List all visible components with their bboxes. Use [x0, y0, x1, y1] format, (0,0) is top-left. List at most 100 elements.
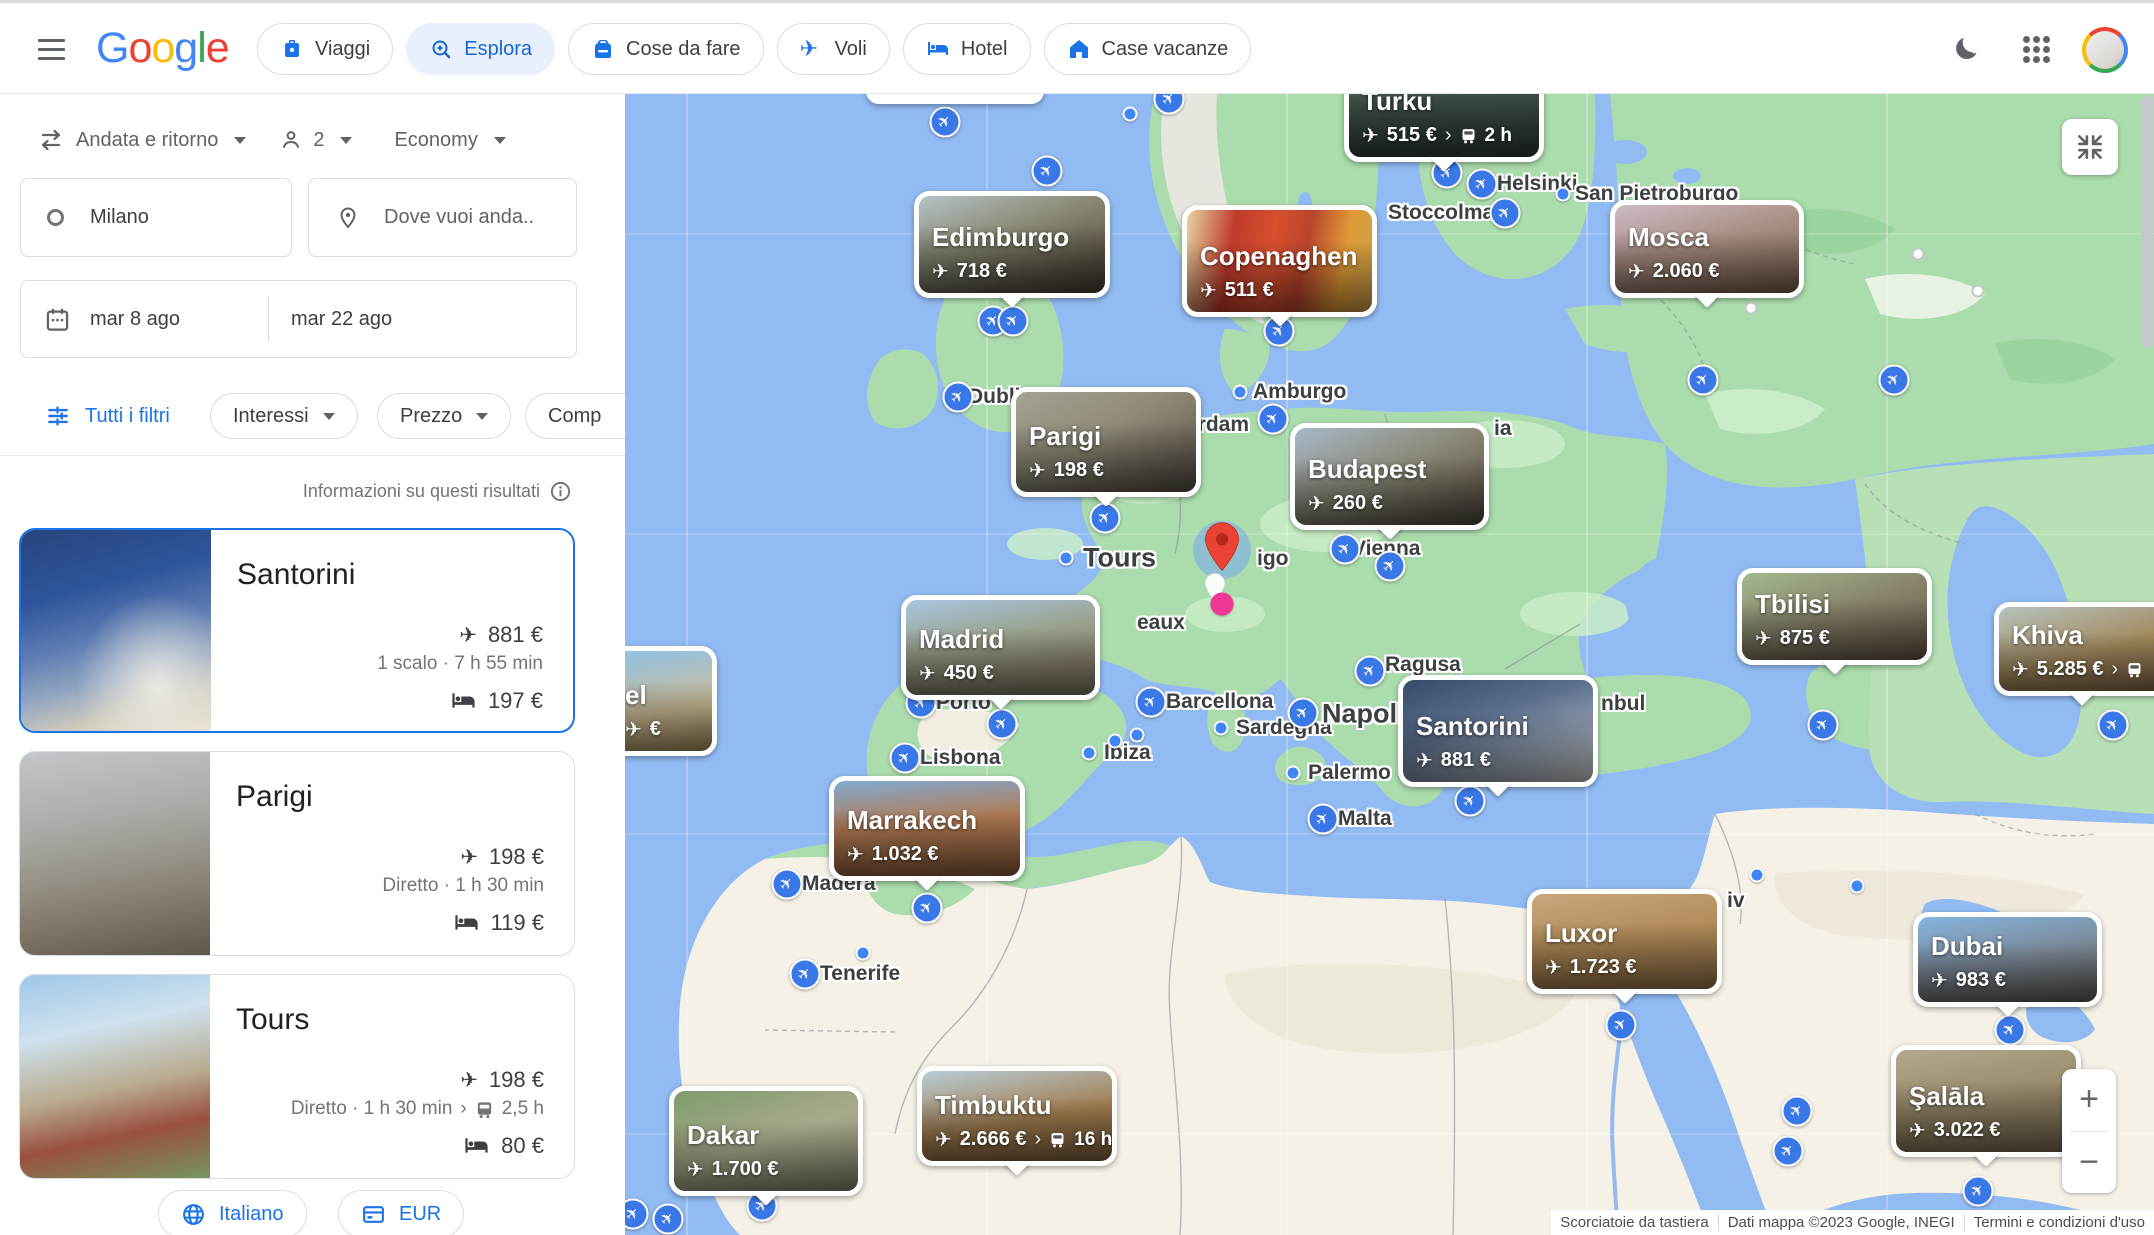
map-card-partial[interactable] — [866, 94, 1044, 104]
map-destination-card-madrid[interactable]: Madrid✈450 € — [901, 595, 1100, 700]
nav-tab-case-vacanze[interactable]: Case vacanze — [1044, 23, 1252, 75]
airport-plane-marker[interactable]: ✈ — [998, 306, 1029, 337]
chevron-down-icon — [323, 413, 335, 420]
airport-plane-marker[interactable]: ✈ — [1879, 365, 1910, 396]
airport-plane-marker[interactable]: ✈ — [2098, 710, 2129, 741]
filter-chip-prezzo[interactable]: Prezzo — [377, 393, 511, 439]
airport-plane-marker[interactable]: ✈ — [1032, 156, 1063, 187]
main-menu-button[interactable] — [27, 25, 75, 73]
hotel-price: 197 € — [488, 688, 543, 714]
airport-plane-marker[interactable]: ✈ — [1258, 404, 1289, 435]
airport-plane-marker[interactable]: ✈ — [1090, 503, 1121, 534]
airport-plane-marker[interactable]: ✈ — [987, 709, 1018, 740]
destination-input[interactable] — [384, 206, 534, 229]
map-destination-card-timbuktu[interactable]: Timbuktu✈2.666 €›16 h — [917, 1066, 1117, 1166]
map-destination-card-tbilisi[interactable]: Tbilisi✈875 € — [1737, 568, 1932, 665]
airport-plane-marker[interactable]: ✈ — [1288, 698, 1319, 729]
map-card-photo: Copenaghen✈511 € — [1187, 210, 1372, 312]
account-avatar[interactable] — [2082, 27, 2128, 73]
flight-icon: ✈ — [919, 661, 936, 686]
zoom-in-button[interactable]: + — [2062, 1069, 2116, 1131]
zoom-out-button[interactable]: − — [2062, 1132, 2116, 1194]
flight-icon: ✈ — [460, 1068, 478, 1093]
nav-tab-hotel[interactable]: Hotel — [903, 23, 1031, 75]
airport-plane-marker[interactable]: ✈ — [1467, 169, 1498, 200]
language-button[interactable]: Italiano — [158, 1190, 307, 1235]
all-filters-button[interactable]: Tutti i filtri — [45, 403, 170, 429]
airport-plane-marker[interactable]: ✈ — [1355, 656, 1386, 687]
map-card-photo: Parigi✈198 € — [1016, 392, 1196, 492]
airport-plane-marker[interactable]: ✈ — [1490, 198, 1521, 229]
trip-type-select[interactable]: Andata e ritorno — [36, 128, 246, 152]
map-destination-card-dubai[interactable]: Dubai✈983 € — [1913, 912, 2102, 1007]
airport-plane-marker[interactable]: ✈ — [1688, 365, 1719, 396]
map-destination-card-edimburgo[interactable]: Edimburgo✈718 € — [914, 191, 1110, 298]
airport-plane-marker[interactable]: ✈ — [943, 382, 974, 413]
airport-plane-marker[interactable]: ✈ — [625, 1199, 649, 1230]
airport-plane-marker[interactable]: ✈ — [890, 743, 921, 774]
city-dot-marker — [1214, 721, 1229, 736]
airport-plane-marker[interactable]: ✈ — [1963, 1176, 1994, 1207]
keyboard-shortcuts-link[interactable]: Scorciatoie da tastiera — [1551, 1214, 1717, 1231]
return-date[interactable]: mar 22 ago — [291, 308, 392, 331]
airport-plane-marker[interactable]: ✈ — [1136, 687, 1167, 718]
map-destination-card-budapest[interactable]: Budapest✈260 € — [1290, 423, 1489, 530]
result-card-tours[interactable]: Tours ✈198 € Diretto · 1 h 30 min › 2,5 … — [19, 974, 575, 1179]
map-destination-card-parigi[interactable]: Parigi✈198 € — [1011, 387, 1201, 497]
airport-plane-marker[interactable]: ✈ — [1606, 1010, 1637, 1041]
airport-plane-marker[interactable]: ✈ — [772, 869, 803, 900]
destination-field[interactable] — [308, 178, 577, 257]
info-icon[interactable] — [549, 480, 572, 503]
nav-tab-esplora[interactable]: Esplora — [406, 23, 555, 75]
depart-date[interactable]: mar 8 ago — [90, 308, 266, 331]
map-destination-card-marrakech[interactable]: Marrakech✈1.032 € — [829, 776, 1025, 881]
airport-plane-marker[interactable]: ✈ — [1995, 1015, 2026, 1046]
google-apps-button[interactable] — [2012, 25, 2060, 73]
page-scrollbar[interactable] — [2142, 95, 2153, 348]
airport-plane-marker[interactable]: ✈ — [1308, 804, 1339, 835]
airport-plane-marker[interactable]: ✈ — [1375, 551, 1406, 582]
nav-tab-viaggi[interactable]: Viaggi — [257, 23, 393, 75]
filter-chip-interessi[interactable]: Interessi — [210, 393, 358, 439]
map-destination-card-khiva[interactable]: Khiva✈5.285 €› — [1994, 602, 2154, 696]
logo-letter: g — [174, 24, 197, 73]
airport-plane-marker[interactable]: ✈ — [1330, 534, 1361, 565]
map-destination-card-luxor[interactable]: Luxor✈1.723 € — [1527, 889, 1722, 994]
map-destination-card-copenaghen[interactable]: Copenaghen✈511 € — [1182, 205, 1377, 317]
cabin-class-select[interactable]: Economy — [394, 129, 505, 152]
airport-plane-marker[interactable]: ✈ — [1782, 1096, 1813, 1127]
nav-tab-cose-da-fare[interactable]: Cose da fare — [568, 23, 764, 75]
airport-plane-marker[interactable]: ✈ — [653, 1204, 684, 1235]
terms-link[interactable]: Termini e condizioni d'uso — [1964, 1214, 2154, 1231]
nav-tab-voli[interactable]: ✈Voli — [777, 23, 890, 75]
exit-fullscreen-button[interactable] — [2062, 119, 2118, 175]
airport-plane-marker[interactable]: ✈ — [930, 107, 961, 138]
map-destination-card-santorini[interactable]: Santorini✈881 € — [1398, 675, 1598, 787]
airport-plane-marker[interactable]: ✈ — [790, 959, 821, 990]
map-destination-card-turku[interactable]: Turku✈515 €›2 h — [1344, 94, 1544, 162]
passengers-select[interactable]: 2 — [279, 128, 352, 152]
result-card-parigi[interactable]: Parigi ✈198 € Diretto · 1 h 30 min 119 € — [19, 751, 575, 956]
filter-chip-compagnie[interactable]: Comp — [525, 393, 625, 439]
map-destination-card-el[interactable]: el✈€ — [625, 646, 717, 756]
filter-chip-label: Comp — [548, 405, 601, 428]
origin-input[interactable] — [90, 206, 240, 229]
result-card-santorini[interactable]: Santorini ✈881 € 1 scalo · 7 h 55 min 19… — [19, 528, 575, 733]
google-logo[interactable]: Google — [96, 3, 229, 94]
map-destination-card-mosca[interactable]: Mosca✈2.060 € — [1610, 200, 1804, 298]
dark-mode-button[interactable] — [1942, 25, 1990, 73]
map-destination-card-şalāla[interactable]: Şalāla✈3.022 € — [1891, 1045, 2081, 1157]
airport-plane-marker[interactable]: ✈ — [1808, 710, 1839, 741]
airport-plane-marker[interactable]: ✈ — [1455, 786, 1486, 817]
origin-field[interactable] — [20, 178, 292, 257]
dates-field[interactable]: mar 8 ago mar 22 ago — [20, 280, 577, 358]
airport-plane-marker[interactable]: ✈ — [1773, 1136, 1804, 1167]
explore-map[interactable]: StoccolmaHelsinkiSan PietroburgoAmburgoe… — [625, 94, 2154, 1235]
map-destination-card-dakar[interactable]: Dakar✈1.700 € — [669, 1086, 863, 1196]
flight-icon: ✈ — [687, 1157, 704, 1182]
map-city-label: Amburgo — [1253, 380, 1346, 404]
airport-plane-marker[interactable]: ✈ — [1154, 94, 1185, 115]
currency-button[interactable]: EUR — [338, 1190, 464, 1235]
map-city-label: Tours — [1083, 543, 1156, 574]
airport-plane-marker[interactable]: ✈ — [912, 893, 943, 924]
